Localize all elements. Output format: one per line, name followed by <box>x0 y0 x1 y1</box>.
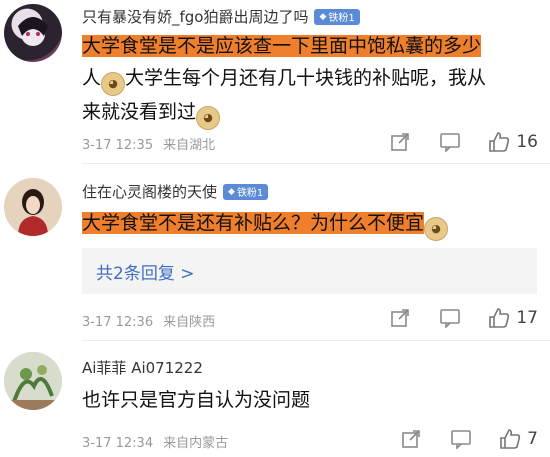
comment-text-line: 也许只是官方自认为没问题 <box>82 389 311 411</box>
comment-text-line: 大学生每个月还有几十块钱的补贴呢，我从 <box>125 67 487 89</box>
doge-emoji-icon: ◕ <box>424 217 449 241</box>
username[interactable]: 住在心灵阁楼的天使 ◆ 铁粉1 <box>82 181 269 202</box>
avatar[interactable] <box>4 4 62 62</box>
replies-label[interactable]: 共2条回复 > <box>96 259 194 284</box>
comment-meta: 3-17 12:36 来自陕西 <box>82 311 225 330</box>
username-text[interactable]: 只有暴没有娇_fgo狛爵出周边了吗 <box>82 6 308 27</box>
comment-text-line: 人 <box>82 67 102 89</box>
like-button[interactable]: 17 <box>488 307 538 329</box>
timestamp: 3-17 12:36 <box>82 315 154 330</box>
divider <box>82 163 550 164</box>
comment-meta: 3-17 12:35 来自湖北 <box>82 134 225 153</box>
divider <box>82 340 550 341</box>
location: 来自陕西 <box>163 315 216 330</box>
comment-text: 也许只是官方自认为没问题 <box>82 384 537 416</box>
comment-meta: 3-17 12:34 来自内蒙古 <box>82 432 238 451</box>
location: 来自内蒙古 <box>163 436 229 451</box>
timestamp: 3-17 12:34 <box>82 436 154 451</box>
comment-text: 大学食堂是不是应该查一下里面中饱私囊的多少 人 ◕ 大学生每个月还有几十块钱的补贴呢… <box>82 30 537 130</box>
share-icon[interactable] <box>388 306 412 330</box>
fan-badge: ◆ 铁粉1 <box>314 8 360 25</box>
avatar-image <box>4 178 62 236</box>
diamond-icon: ◆ <box>319 11 327 22</box>
comment-text-line: 来就没看到过 <box>82 101 197 123</box>
like-button[interactable]: 16 <box>488 131 538 153</box>
username[interactable]: Ai菲菲 Ai071222 <box>82 357 203 378</box>
highlighted-text: 大学食堂是不是应该查一下里面中饱私囊的多少 <box>82 35 482 57</box>
comment-actions: 7 <box>399 427 538 451</box>
comment-actions: 16 <box>388 130 538 154</box>
avatar[interactable] <box>4 178 62 236</box>
fan-badge-label: 铁粉1 <box>328 13 355 24</box>
comment-text: 大学食堂不是还有补贴么？为什么不便宜 ◕ <box>82 207 537 241</box>
username[interactable]: 只有暴没有娇_fgo狛爵出周边了吗 ◆ 铁粉1 <box>82 6 360 27</box>
share-icon[interactable] <box>399 427 423 451</box>
username-text[interactable]: 住在心灵阁楼的天使 <box>82 181 217 202</box>
thumbs-up-icon <box>489 132 510 152</box>
timestamp: 3-17 12:35 <box>82 138 154 153</box>
thumbs-up-icon <box>500 429 521 449</box>
comment-icon[interactable] <box>438 306 462 330</box>
doge-emoji-icon: ◕ <box>196 106 221 130</box>
highlighted-text: 大学食堂不是还有补贴么？为什么不便宜 <box>82 212 425 234</box>
username-text[interactable]: Ai菲菲 Ai071222 <box>82 357 203 378</box>
thumbs-up-icon <box>489 308 510 328</box>
like-count: 7 <box>527 429 538 449</box>
fan-badge: ◆ 铁粉1 <box>223 183 269 200</box>
replies-link[interactable]: 共2条回复 > <box>82 248 537 294</box>
comment-icon[interactable] <box>438 130 462 154</box>
share-icon[interactable] <box>388 130 412 154</box>
diamond-icon: ◆ <box>228 186 235 197</box>
doge-emoji-icon: ◕ <box>101 72 126 96</box>
avatar-image <box>18 17 48 46</box>
comment-icon[interactable] <box>449 427 473 451</box>
fan-badge-label: 铁粉1 <box>236 188 264 199</box>
avatar-image <box>4 352 62 410</box>
like-count: 17 <box>516 308 538 328</box>
location: 来自湖北 <box>163 138 216 153</box>
like-button[interactable]: 7 <box>499 428 538 450</box>
avatar[interactable] <box>4 352 62 410</box>
like-count: 16 <box>516 132 538 152</box>
comment-actions: 17 <box>388 306 538 330</box>
